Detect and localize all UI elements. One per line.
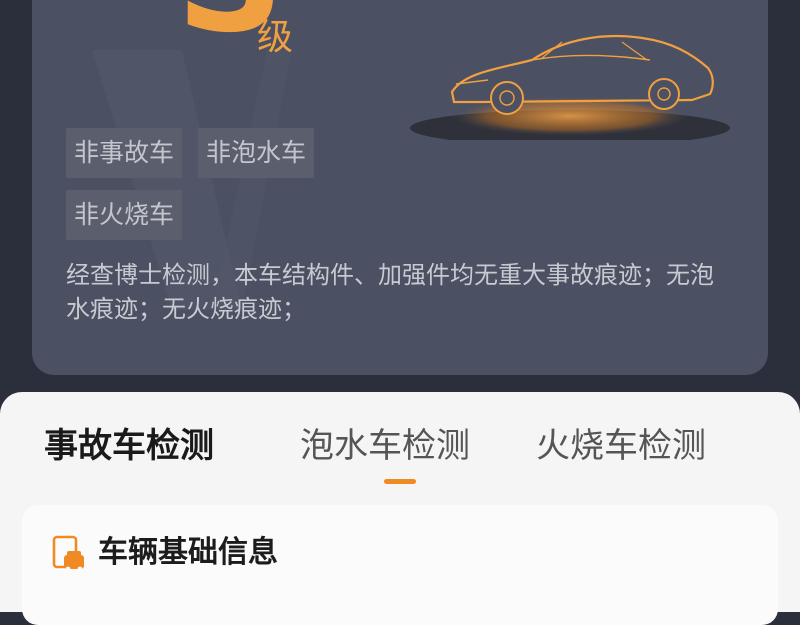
tag-non-accident: 非事故车 bbox=[66, 128, 183, 178]
car-document-icon bbox=[52, 535, 84, 572]
tab-active-indicator bbox=[384, 479, 416, 484]
car-outline-icon bbox=[410, 35, 730, 140]
grade-suffix: 级 bbox=[257, 17, 294, 58]
tag-non-fire: 非火烧车 bbox=[66, 190, 183, 240]
detail-sheet: 事故车检测 泡水车检测 火烧车检测 车辆基础信息 bbox=[0, 392, 800, 625]
inspection-report-card: S 级 非事故车 非泡水车 非火烧车 经查博士检测，本车结构件、加强件均无重大事… bbox=[32, 0, 768, 375]
basic-info-title: 车辆基础信息 bbox=[98, 535, 278, 570]
tag-non-flood: 非泡水车 bbox=[198, 128, 315, 178]
tab-fire-inspection[interactable]: 火烧车检测 bbox=[536, 416, 706, 476]
basic-info-card[interactable]: 车辆基础信息 bbox=[22, 505, 778, 625]
tab-accident-inspection[interactable]: 事故车检测 bbox=[44, 416, 214, 476]
inspection-description: 经查博士检测，本车结构件、加强件均无重大事故痕迹；无泡水痕迹；无火烧痕迹； bbox=[66, 261, 714, 323]
tab-flood-inspection[interactable]: 泡水车检测 bbox=[300, 416, 470, 476]
